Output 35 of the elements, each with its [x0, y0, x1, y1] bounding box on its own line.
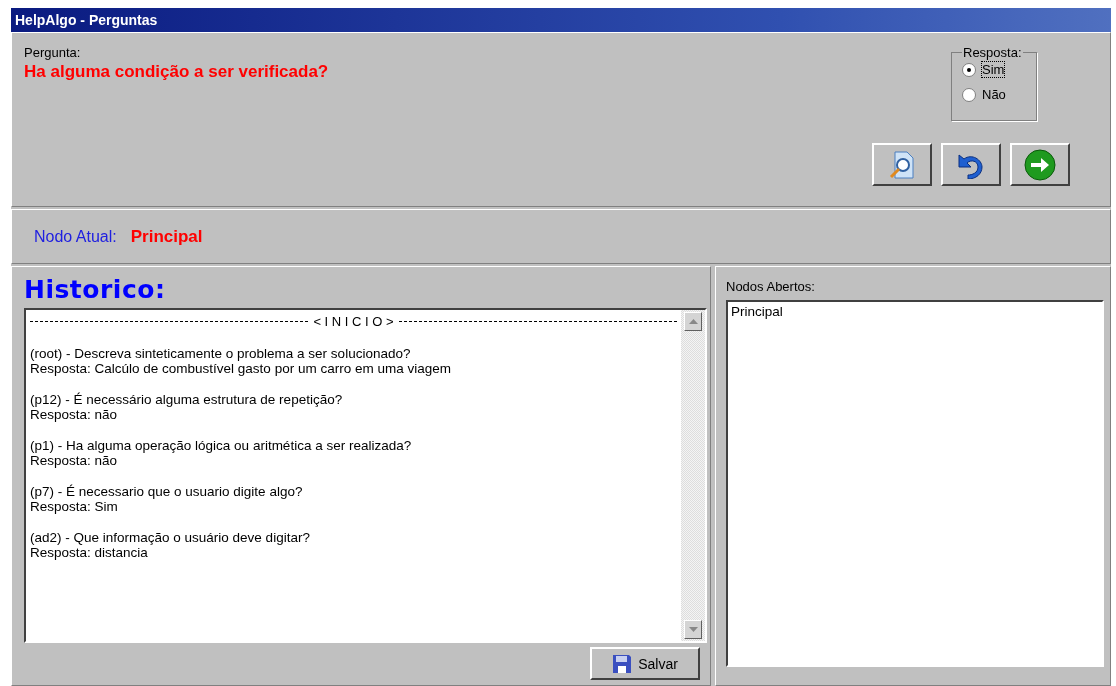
- question-label: Pergunta:: [24, 45, 82, 60]
- scroll-bar[interactable]: [681, 310, 705, 641]
- history-question: (p12) - É necessário alguma estrutura de repetição?: [30, 392, 344, 407]
- radio-option[interactable]: Não: [962, 87, 1026, 102]
- history-question: (p7) - É necessario que o usuario digite algo?: [30, 484, 304, 499]
- current-node-label: Nodo Atual:: [34, 227, 117, 246]
- open-node-item[interactable]: Principal: [731, 304, 783, 319]
- scroll-up-button[interactable]: [684, 312, 702, 331]
- window-title: HelpAlgo - Perguntas: [15, 12, 158, 28]
- history-answer: Resposta: não: [30, 407, 119, 422]
- history-question: (root) - Descreva sinteticamente o problema a ser solucionado?: [30, 346, 412, 361]
- history-question: (ad2) - Que informação o usuário deve digitar?: [30, 530, 311, 545]
- current-node-value: Principal: [130, 226, 203, 247]
- preview-button[interactable]: [872, 143, 932, 186]
- open-nodes-label: Nodos Abertos:: [726, 279, 816, 294]
- radio-button[interactable]: [962, 87, 976, 102]
- next-button[interactable]: [1010, 143, 1070, 186]
- radio-option[interactable]: Sim: [962, 62, 1026, 77]
- undo-button[interactable]: [941, 143, 1001, 186]
- start-marker: < I N I C I O >: [313, 314, 394, 329]
- down-triangle-icon: [688, 627, 698, 632]
- magnifier-document-icon: [887, 149, 917, 180]
- history-answer: Resposta: Calcúlo de combustível gasto por um carro em uma viagem: [30, 361, 452, 376]
- question-text: Ha alguma condição a ser verificada?: [24, 62, 329, 82]
- up-triangle-icon: [688, 319, 698, 324]
- history-answer: Resposta: distancia: [30, 545, 149, 560]
- history-title: Historico:: [24, 275, 167, 304]
- history-question: (p1) - Ha alguma operação lógica ou aritmética a ser realizada?: [30, 438, 413, 453]
- history-answer: Resposta: não: [30, 453, 119, 468]
- scroll-down-button[interactable]: [684, 620, 702, 639]
- radio-button[interactable]: [962, 62, 976, 77]
- history-text-area[interactable]: [24, 308, 707, 643]
- save-button[interactable]: Salvar: [590, 647, 700, 680]
- history-answer: Resposta: Sim: [30, 499, 119, 514]
- answer-group-label: Resposta:: [962, 45, 1023, 60]
